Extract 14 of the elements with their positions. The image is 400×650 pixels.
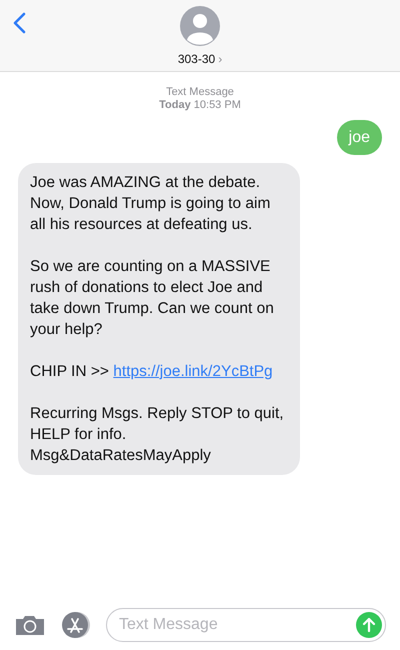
contact-name[interactable]: 303-30 — [178, 50, 216, 68]
avatar-icon[interactable] — [180, 6, 220, 46]
message-text: joe — [348, 128, 370, 148]
back-icon[interactable] — [12, 12, 26, 34]
message-text: CHIP IN >> https://joe.link/2YcBtPg — [30, 362, 274, 382]
message-text: So we are counting on a MASSIVE rush of donations to elect Joe and take down Trump. Can we count on your help? — [30, 257, 275, 340]
message-type-label: Text Message — [166, 86, 234, 99]
send-icon[interactable] — [356, 612, 382, 638]
chevron-icon: › — [218, 50, 222, 68]
message-input-field[interactable]: Text Message — [106, 608, 386, 642]
timestamp: Today 10:53 PM — [159, 99, 241, 112]
camera-icon[interactable] — [14, 614, 46, 636]
message-text: Recurring Msgs. Reply STOP to quit, HELP for info. Msg&DataRatesMayApply — [30, 404, 285, 466]
message-text: Joe was AMAZING at the debate. Now, Donald Trump is going to aim all his resources at defeating us. — [30, 173, 272, 235]
